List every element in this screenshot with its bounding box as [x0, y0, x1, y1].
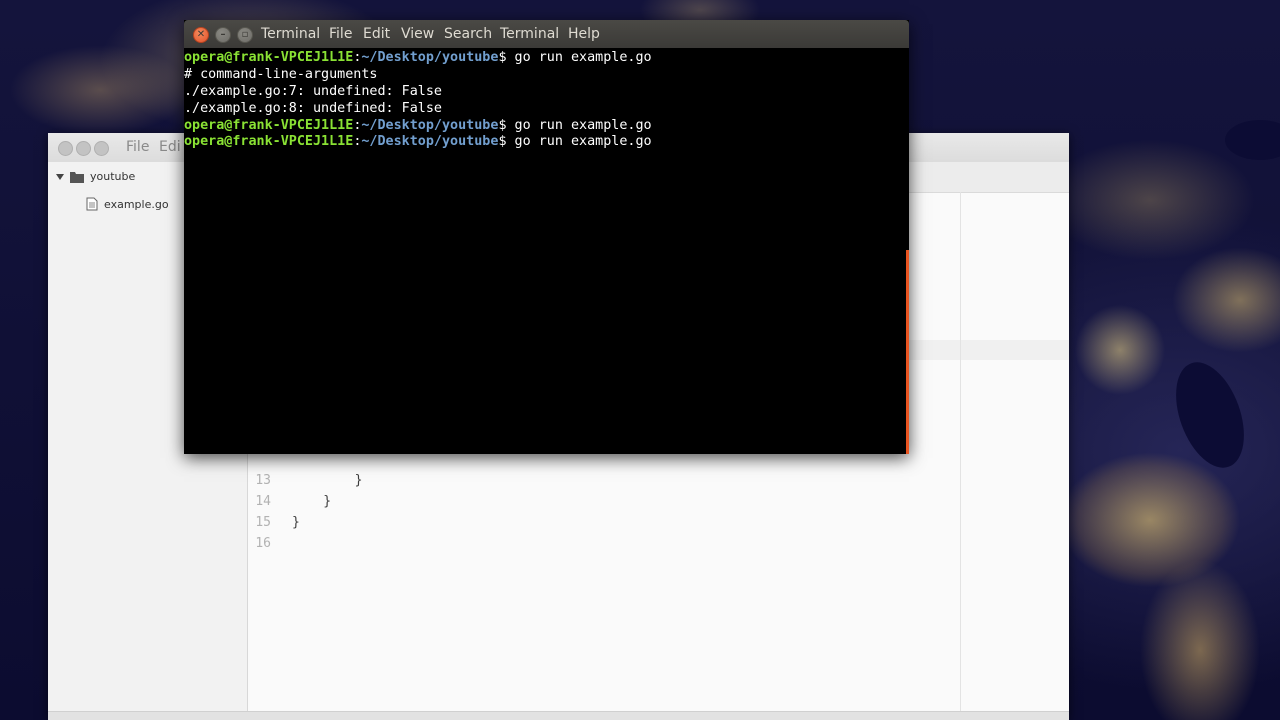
tree-folder-youtube[interactable]: youtube [56, 170, 135, 183]
terminal-prompt-line: opera@frank-VPCEJ1L1E:~/Desktop/youtube$… [184, 134, 652, 150]
file-icon [86, 197, 98, 211]
terminal-prompt-line: opera@frank-VPCEJ1L1E:~/Desktop/youtube$… [184, 50, 652, 65]
editor-close-button[interactable] [58, 141, 73, 156]
tree-file-example-go[interactable]: example.go [86, 197, 169, 211]
code-line: 13 } [248, 473, 362, 494]
terminal-output[interactable]: opera@frank-VPCEJ1L1E:~/Desktop/youtube$… [184, 48, 909, 454]
editor-menu-file[interactable]: File [126, 139, 149, 155]
line-number: 15 [255, 515, 271, 530]
terminal-output-line: ./example.go:7: undefined: False [184, 83, 442, 99]
line-number: 13 [255, 473, 271, 488]
terminal-output-line: # command-line-arguments [184, 66, 378, 82]
code-line: 15} [248, 515, 300, 536]
folder-icon [70, 171, 84, 183]
menu-edit[interactable]: Edit [363, 26, 390, 42]
code-line: 16 [248, 536, 292, 557]
menu-terminal[interactable]: Terminal [500, 26, 559, 42]
terminal-prompt-line: opera@frank-VPCEJ1L1E:~/Desktop/youtube$… [184, 117, 652, 133]
maximize-icon[interactable]: ▫ [237, 27, 253, 43]
tree-file-label: example.go [104, 197, 169, 211]
terminal-titlebar[interactable]: ✕ – ▫ Terminal File Edit View Search Ter… [184, 20, 909, 48]
editor-maximize-button[interactable] [94, 141, 109, 156]
chevron-down-icon[interactable] [56, 173, 64, 181]
menu-search[interactable]: Search [444, 26, 492, 42]
tree-folder-label: youtube [90, 170, 136, 183]
minimize-icon[interactable]: – [215, 27, 231, 43]
code-line: 14 } [248, 494, 331, 515]
menu-file[interactable]: File [329, 26, 352, 42]
terminal-scrollbar[interactable] [906, 250, 909, 454]
code-text: } [292, 473, 363, 488]
terminal-window[interactable]: ✕ – ▫ Terminal File Edit View Search Ter… [184, 20, 909, 454]
terminal-output-line: ./example.go:8: undefined: False [184, 100, 442, 116]
app-name-terminal[interactable]: Terminal [261, 26, 320, 42]
editor-menu-edit[interactable]: Edi [159, 139, 181, 155]
menu-view[interactable]: View [401, 26, 434, 42]
editor-minimize-button[interactable] [76, 141, 91, 156]
menu-help[interactable]: Help [568, 26, 600, 42]
close-icon[interactable]: ✕ [193, 27, 209, 43]
line-number: 14 [255, 494, 271, 509]
code-text: } [292, 494, 332, 509]
code-text: } [292, 515, 300, 530]
editor-statusbar [48, 711, 1069, 720]
right-margin-line [960, 192, 961, 720]
line-number: 16 [255, 536, 271, 551]
